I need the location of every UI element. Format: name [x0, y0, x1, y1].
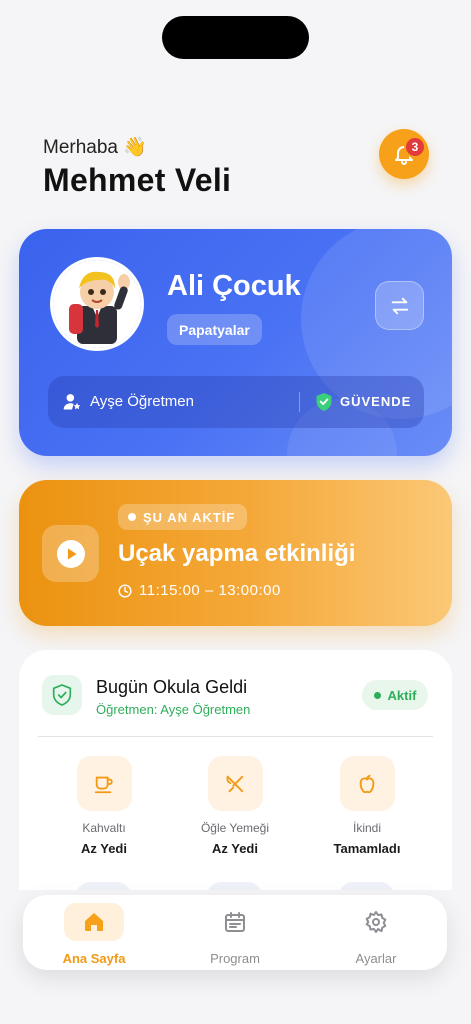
attendance-status: Aktif: [387, 687, 417, 703]
meal-item-breakfast[interactable]: Kahvaltı Az Yedi: [44, 756, 164, 856]
play-icon: [56, 539, 85, 568]
greeting-text: Merhaba 👋: [43, 137, 147, 158]
daily-status-card: Bugün Okula Geldi Öğretmen: Ayşe Öğretme…: [19, 650, 452, 890]
attendance-title: Bugün Okula Geldi: [96, 677, 248, 697]
device-notch: [162, 16, 309, 59]
tab-label: Ana Sayfa: [62, 951, 126, 966]
divider: [299, 392, 300, 412]
home-icon: [64, 903, 124, 941]
child-profile-card[interactable]: Ali Çocuk Papatyalar Ayşe Öğretmen GÜVEN…: [19, 229, 452, 456]
calendar-icon: [205, 903, 265, 941]
shield-check-icon: [316, 393, 332, 411]
clock-icon: [118, 583, 132, 598]
next-row-peek: [76, 882, 131, 890]
tab-home[interactable]: Ana Sayfa: [44, 903, 144, 966]
switch-child-button[interactable]: [375, 281, 424, 330]
tab-label: Ayarlar: [355, 951, 397, 966]
shield-check-icon: [52, 684, 72, 706]
meal-label: İkindi: [352, 821, 381, 835]
child-name: Ali Çocuk: [167, 270, 301, 302]
activity-live-badge: ŞU AN AKTİF: [118, 504, 248, 530]
attendance-icon-box: [42, 675, 82, 715]
attendance-teacher: Öğretmen: Ayşe Öğretmen: [96, 702, 251, 717]
gear-icon: [346, 903, 406, 941]
status-dot-icon: [373, 691, 381, 699]
next-row-peek: [207, 882, 262, 890]
activity-time-range: 11:15:00 – 13:00:00: [139, 582, 281, 599]
notification-count-badge: 3: [404, 136, 426, 158]
live-dot-icon: [128, 513, 136, 521]
activity-status-label: ŞU AN AKTİF: [143, 509, 236, 525]
bottom-tab-bar: Ana Sayfa Program Ayarlar: [23, 895, 447, 970]
meal-value: Az Yedi: [80, 841, 127, 856]
activity-title: Uçak yapma etkinliği: [118, 540, 356, 567]
parent-name: Mehmet Veli: [43, 162, 232, 198]
meal-label: Öğle Yemeği: [200, 821, 270, 835]
class-badge: Papatyalar: [167, 314, 262, 345]
current-activity-card[interactable]: ŞU AN AKTİF Uçak yapma etkinliği 11:15:0…: [19, 480, 452, 626]
meal-item-snack[interactable]: İkindi Tamamladı: [307, 756, 427, 856]
meal-value: Az Yedi: [211, 841, 258, 856]
attendance-status-badge: Aktif: [362, 680, 428, 710]
next-row-peek: [339, 882, 394, 890]
safety-status: GÜVENDE: [340, 394, 412, 409]
coffee-icon: [76, 756, 132, 811]
tab-program[interactable]: Program: [185, 903, 285, 966]
teacher-name: Ayşe Öğretmen: [90, 393, 194, 410]
tab-settings[interactable]: Ayarlar: [326, 903, 426, 966]
meal-label: Kahvaltı: [82, 821, 126, 835]
child-avatar: [50, 257, 144, 351]
activity-time: 11:15:00 – 13:00:00: [118, 582, 281, 599]
meal-item-lunch[interactable]: Öğle Yemeği Az Yedi: [175, 756, 295, 856]
meal-value: Tamamladı: [333, 841, 401, 856]
play-activity-button[interactable]: [42, 525, 99, 582]
teacher-safety-bar: Ayşe Öğretmen GÜVENDE: [48, 376, 424, 428]
teacher-user-icon: [63, 394, 81, 410]
apple-icon: [339, 756, 395, 811]
tab-label: Program: [210, 951, 260, 966]
utensils-icon: [207, 756, 263, 811]
swap-arrows-icon: [391, 297, 408, 314]
divider: [38, 736, 433, 737]
